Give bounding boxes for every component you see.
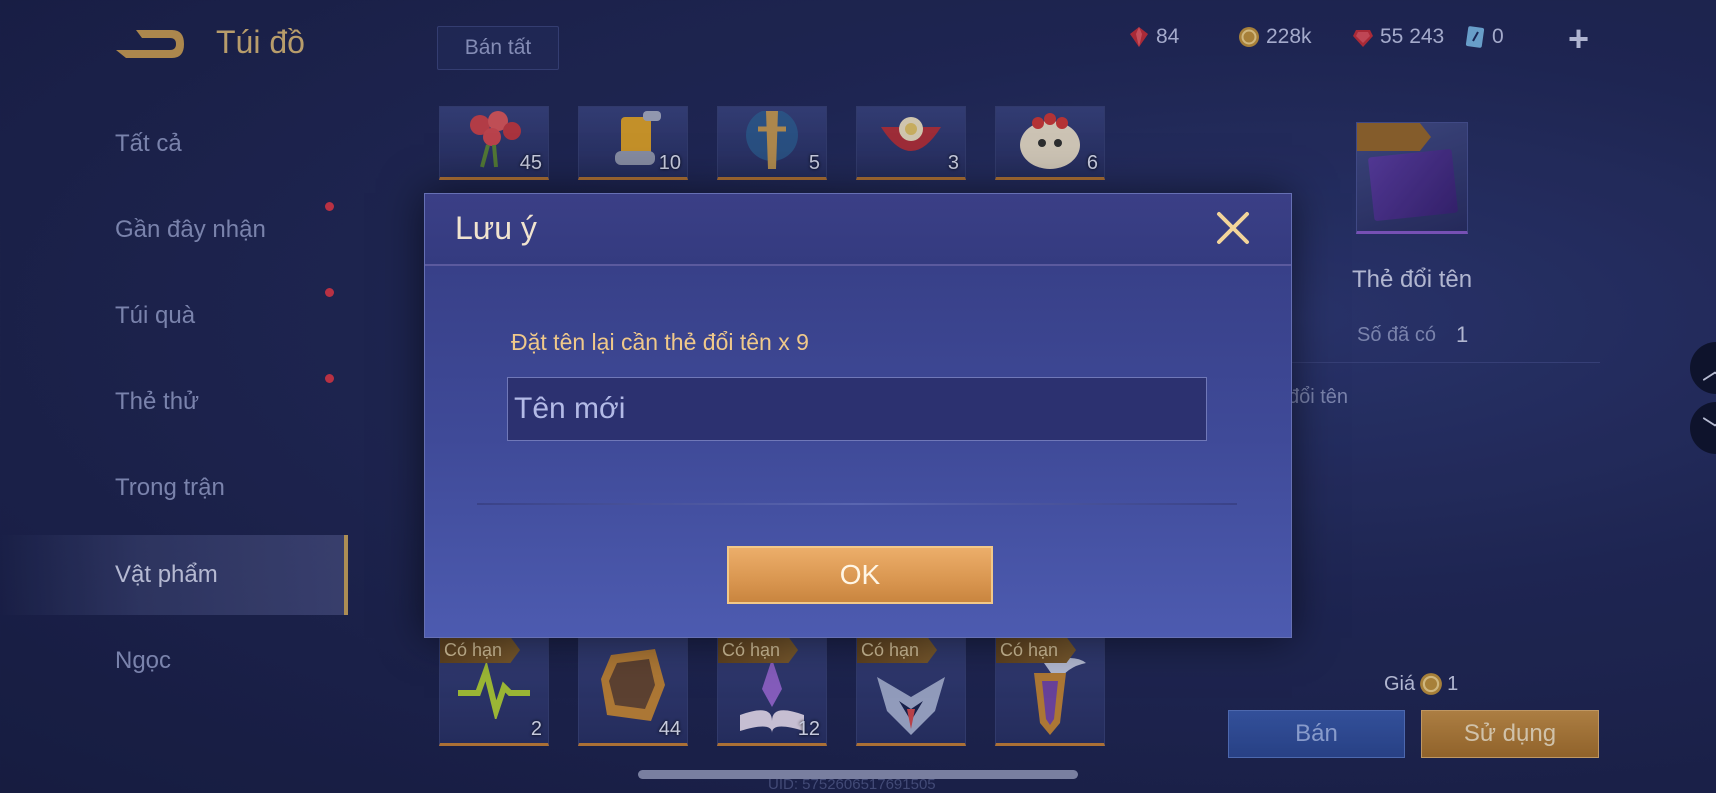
dialog-message: Đặt tên lại cần thẻ đổi tên x 9 [511,329,809,355]
dialog-title: Lưu ý [455,210,537,246]
dialog-header: Lưu ý [425,194,1291,266]
close-icon[interactable] [1213,208,1253,248]
new-name-input[interactable] [507,377,1207,441]
ok-button[interactable]: OK [727,546,993,604]
rename-dialog: Lưu ý Đặt tên lại cần thẻ đổi tên x 9 OK [424,193,1292,638]
dialog-divider [477,503,1237,505]
